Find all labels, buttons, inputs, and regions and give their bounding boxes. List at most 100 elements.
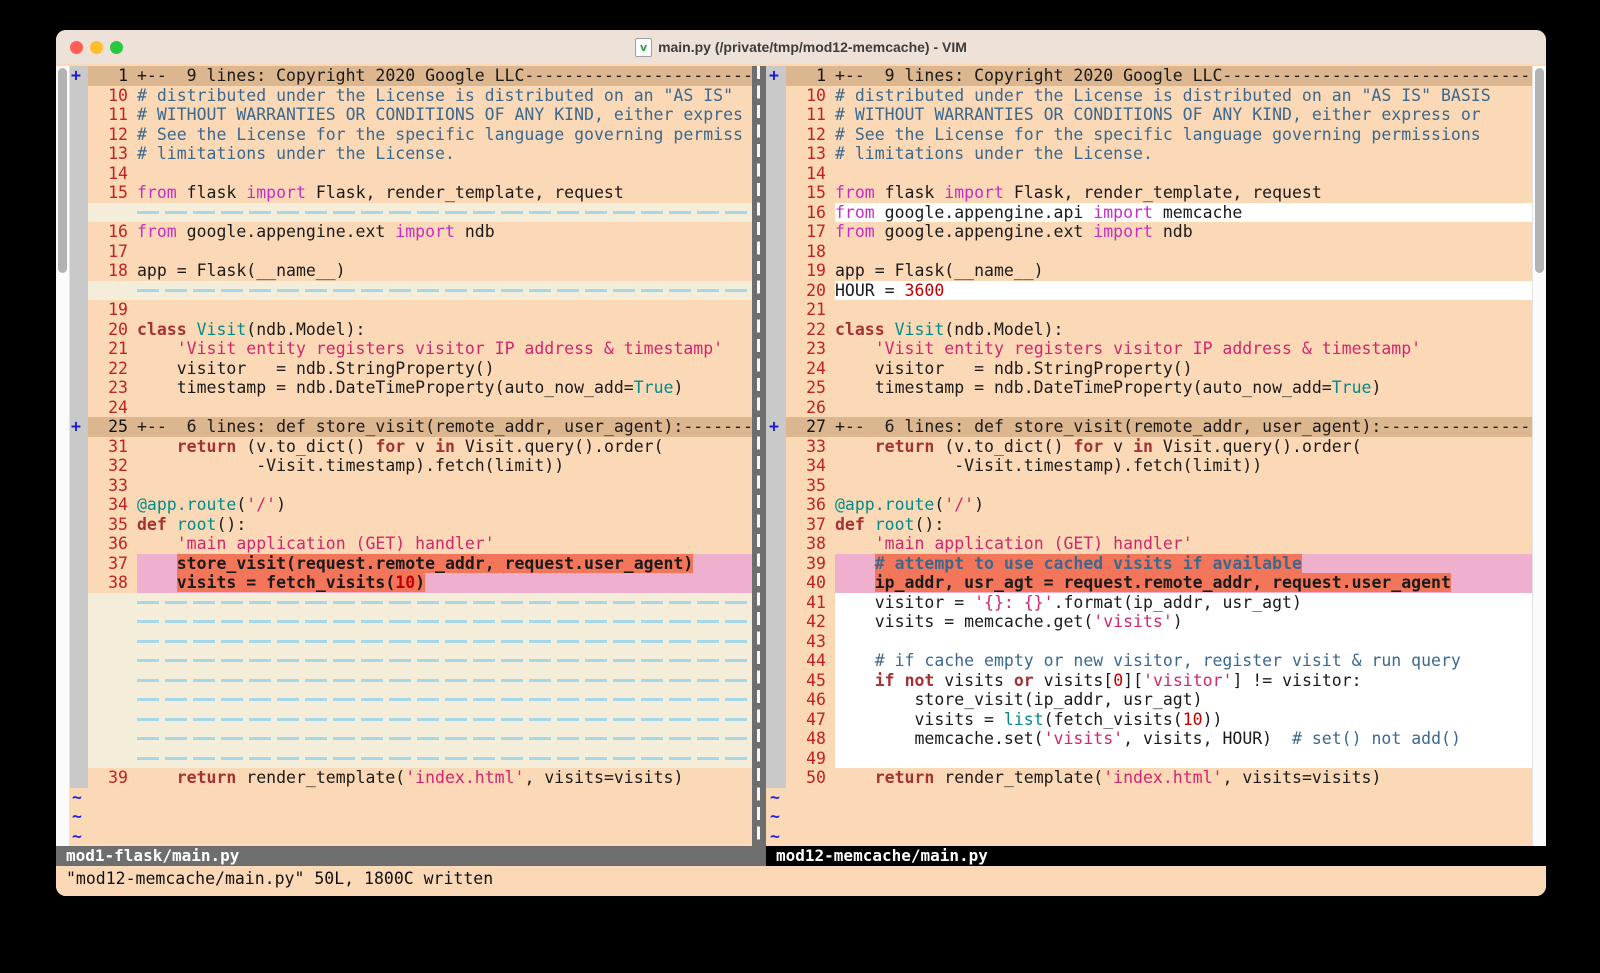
- filler-row: [56, 612, 752, 632]
- code-text: visitor = ndb.StringProperty(): [137, 359, 752, 379]
- code-row: 43: [766, 632, 1546, 652]
- line-number: 38: [88, 573, 137, 593]
- fold-column: [766, 456, 786, 476]
- filler-row: [56, 749, 752, 769]
- line-number: 45: [786, 671, 835, 691]
- line-number: 33: [786, 437, 835, 457]
- scrollbar-thumb-right-pane[interactable]: [1535, 68, 1544, 273]
- line-number: 49: [786, 749, 835, 769]
- line-number: 37: [786, 515, 835, 535]
- code-text: [137, 203, 752, 223]
- line-number: 37: [88, 554, 137, 574]
- vertical-split-separator[interactable]: [752, 66, 766, 846]
- code-text: store_visit(request.remote_addr, request…: [137, 554, 752, 574]
- code-text: [835, 398, 1546, 418]
- fold-column: [766, 144, 786, 164]
- code-text: store_visit(ip_addr, usr_agt): [835, 690, 1546, 710]
- fold-column: [766, 768, 786, 788]
- code-text: # distributed under the License is distr…: [835, 86, 1546, 106]
- tilde-marker: ~: [766, 827, 1546, 847]
- line-number: 18: [88, 261, 137, 281]
- filler-row: [56, 593, 752, 613]
- code-row: 44 # if cache empty or new visitor, regi…: [766, 651, 1546, 671]
- fold-plus-icon[interactable]: +: [766, 66, 786, 86]
- line-number: 13: [786, 144, 835, 164]
- line-number: 1: [786, 66, 835, 86]
- fold-plus-icon[interactable]: +: [68, 417, 88, 437]
- code-text: [137, 398, 752, 418]
- code-text: [137, 593, 752, 613]
- code-row: 31 return (v.to_dict() for v in Visit.qu…: [56, 437, 752, 457]
- line-number: [88, 690, 137, 710]
- code-row: 35: [766, 476, 1546, 496]
- line-number: 10: [786, 86, 835, 106]
- fold-column: [766, 281, 786, 301]
- code-text: visits = list(fetch_visits(10)): [835, 710, 1546, 730]
- fold-column: [766, 749, 786, 769]
- code-row: 16from google.appengine.ext import ndb: [56, 222, 752, 242]
- tilde-row: ~: [766, 827, 1546, 847]
- fold-row[interactable]: +25+-- 6 lines: def store_visit(remote_a…: [56, 417, 752, 437]
- code-row: 12# See the License for the specific lan…: [766, 125, 1546, 145]
- title-bar: v main.py (/private/tmp/mod12-memcache) …: [56, 30, 1546, 65]
- fold-row[interactable]: +1+-- 9 lines: Copyright 2020 Google LLC…: [766, 66, 1546, 86]
- scrollbar-track-right-pane[interactable]: [1532, 66, 1546, 846]
- code-text: 'Visit entity registers visitor IP addre…: [137, 339, 752, 359]
- fold-column: [766, 632, 786, 652]
- code-row: 22 visitor = ndb.StringProperty(): [56, 359, 752, 379]
- code-row: 32 -Visit.timestamp).fetch(limit)): [56, 456, 752, 476]
- code-text: memcache.set('visits', visits, HOUR) # s…: [835, 729, 1546, 749]
- code-row: 20HOUR = 3600: [766, 281, 1546, 301]
- fold-row[interactable]: +1+-- 9 lines: Copyright 2020 Google LLC…: [56, 66, 752, 86]
- scrollbar-thumb-left-pane[interactable]: [58, 68, 67, 273]
- line-number: 33: [88, 476, 137, 496]
- fold-column: [68, 710, 88, 730]
- fold-column: [68, 242, 88, 262]
- fold-column: [68, 300, 88, 320]
- fold-row[interactable]: +27+-- 6 lines: def store_visit(remote_a…: [766, 417, 1546, 437]
- fold-column: [766, 437, 786, 457]
- fold-column: [68, 359, 88, 379]
- code-text: [137, 729, 752, 749]
- line-number: 14: [88, 164, 137, 184]
- line-number: 35: [786, 476, 835, 496]
- code-row: 13# limitations under the License.: [766, 144, 1546, 164]
- code-text: visits = memcache.get('visits'): [835, 612, 1546, 632]
- filler-row: [56, 651, 752, 671]
- code-text: +-- 6 lines: def store_visit(remote_addr…: [835, 417, 1546, 437]
- line-number: 20: [786, 281, 835, 301]
- code-text: [137, 612, 752, 632]
- line-number: 19: [786, 261, 835, 281]
- fold-column: [766, 359, 786, 379]
- code-row: 20class Visit(ndb.Model):: [56, 320, 752, 340]
- code-text: # See the License for the specific langu…: [137, 125, 752, 145]
- code-row: 16from google.appengine.api import memca…: [766, 203, 1546, 223]
- fold-plus-icon[interactable]: +: [68, 66, 88, 86]
- code-text: +-- 9 lines: Copyright 2020 Google LLC--…: [137, 66, 752, 86]
- tilde-marker: ~: [68, 788, 752, 808]
- code-row: 18app = Flask(__name__): [56, 261, 752, 281]
- vim-window: v main.py (/private/tmp/mod12-memcache) …: [56, 30, 1546, 896]
- code-text: [835, 300, 1546, 320]
- fold-column: [68, 573, 88, 593]
- line-number: 34: [88, 495, 137, 515]
- line-number: 24: [88, 398, 137, 418]
- code-text: def root():: [835, 515, 1546, 535]
- window-title-wrap: v main.py (/private/tmp/mod12-memcache) …: [56, 30, 1546, 64]
- code-text: [835, 476, 1546, 496]
- fold-column: [68, 612, 88, 632]
- line-number: 13: [88, 144, 137, 164]
- fold-column: [68, 105, 88, 125]
- code-row: 36 'main application (GET) handler': [56, 534, 752, 554]
- fold-plus-icon[interactable]: +: [766, 417, 786, 437]
- tilde-row: ~: [766, 788, 1546, 808]
- fold-column: [68, 632, 88, 652]
- fold-column: [766, 339, 786, 359]
- line-number: 39: [88, 768, 137, 788]
- tilde-marker: ~: [68, 827, 752, 847]
- filler-row: [56, 632, 752, 652]
- fold-column: [68, 729, 88, 749]
- line-number: 21: [88, 339, 137, 359]
- line-number: [88, 203, 137, 223]
- scrollbar-track-left-pane[interactable]: [56, 66, 70, 846]
